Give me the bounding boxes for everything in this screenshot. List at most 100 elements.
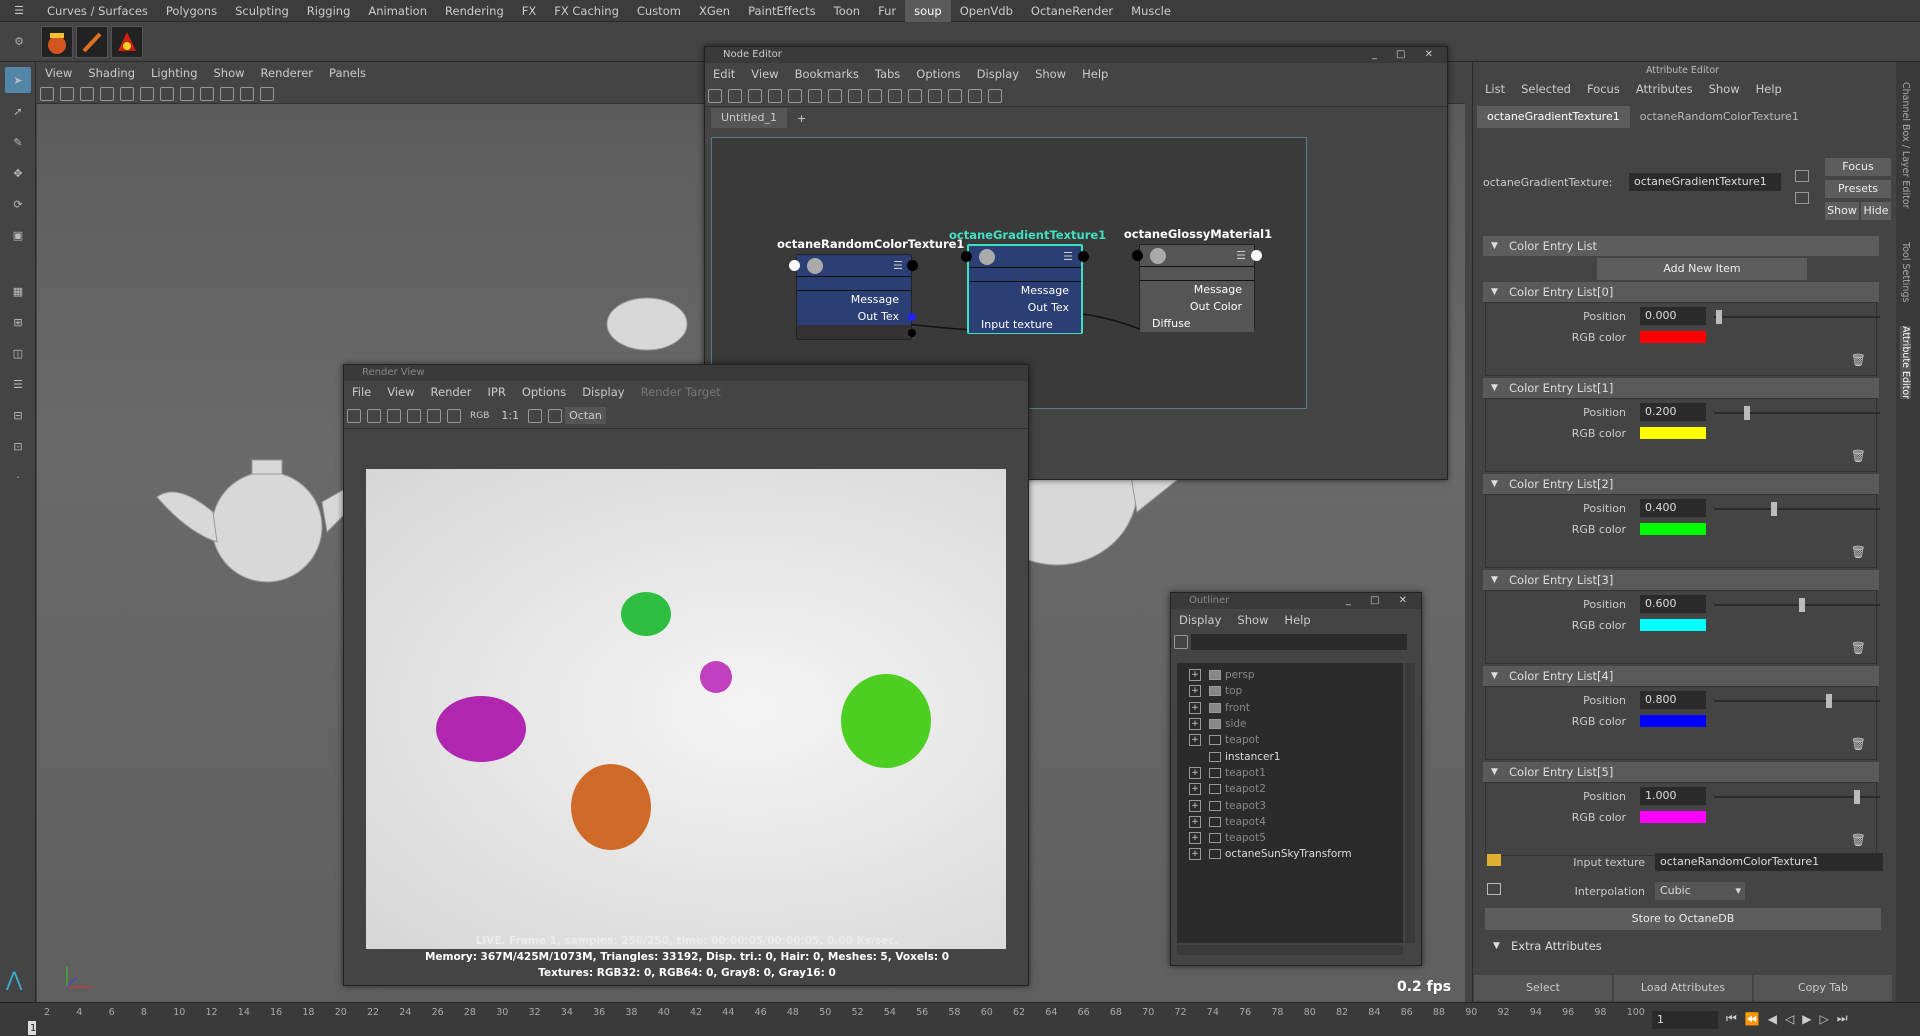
shelf-menu-icon[interactable]: ☰ (0, 4, 38, 17)
port-out-color[interactable]: Out Color (1140, 298, 1254, 315)
crop-icon[interactable] (548, 408, 563, 423)
node-editor-menu-bookmarks[interactable]: Bookmarks (787, 63, 867, 85)
viewport-menu-view[interactable]: View (37, 62, 80, 84)
render-view-menu-render[interactable]: Render (423, 381, 480, 403)
shelf-tab-soup[interactable]: soup (905, 0, 951, 22)
focus-button[interactable]: Focus (1825, 158, 1891, 176)
lights-icon[interactable] (180, 86, 194, 101)
position-field[interactable]: 0.200 (1640, 403, 1706, 421)
outliner-item[interactable]: + teapot (1177, 732, 1403, 748)
out-tex-port[interactable] (908, 329, 916, 337)
attributes-all-icon[interactable] (868, 88, 882, 103)
outliner-menu-help[interactable]: Help (1276, 609, 1318, 631)
outliner-menu-display[interactable]: Display (1171, 609, 1229, 631)
viewport-menu-lighting[interactable]: Lighting (143, 62, 205, 84)
node-editor-menu-display[interactable]: Display (969, 63, 1027, 85)
current-frame-field[interactable]: 1 (1652, 1011, 1718, 1029)
side-tab-channel-box-layer-editor[interactable]: Channel Box / Layer Editor (1900, 82, 1911, 209)
position-field[interactable]: 0.000 (1640, 307, 1706, 325)
shelf-tab-fx-caching[interactable]: FX Caching (545, 0, 628, 22)
add-tab-button[interactable]: + (787, 112, 816, 125)
render-icon[interactable] (347, 408, 361, 423)
color-entry-header[interactable]: Color Entry List[4] (1483, 666, 1879, 686)
outliner-hscroll[interactable] (1177, 945, 1403, 955)
color-entry-header[interactable]: Color Entry List[1] (1483, 378, 1879, 398)
keep-image-icon[interactable] (447, 408, 461, 423)
move-tool-icon[interactable]: ✥ (5, 160, 31, 186)
position-slider[interactable] (1714, 406, 1880, 420)
ae-menu-show[interactable]: Show (1701, 78, 1748, 100)
resolution-gate-icon[interactable] (260, 86, 274, 101)
trash-icon[interactable]: 🗑 (1851, 353, 1866, 367)
xray-icon[interactable] (220, 86, 234, 101)
port-input-texture[interactable]: Input texture (969, 316, 1081, 333)
presets-button[interactable]: Presets (1825, 180, 1891, 198)
position-slider[interactable] (1714, 790, 1880, 804)
wireframe-icon[interactable] (120, 86, 134, 101)
port-out-tex[interactable]: Out Tex (797, 308, 911, 325)
shelf-tab-painteffects[interactable]: PaintEffects (739, 0, 825, 22)
node-gradient-texture[interactable]: octaneGradientTexture1 ☰ Message Out Tex… (949, 228, 1106, 334)
bookmark-icon[interactable] (928, 88, 942, 103)
graph-layout-icon[interactable]: ⊡ (5, 433, 31, 459)
two-view-layout-icon[interactable]: ◫ (5, 340, 31, 366)
soup-fire-icon[interactable] (111, 25, 143, 58)
expand-icon[interactable]: + (1189, 685, 1201, 698)
color-entry-header[interactable]: Color Entry List[3] (1483, 570, 1879, 590)
position-field[interactable]: 0.600 (1640, 595, 1706, 613)
refresh-icon[interactable] (427, 408, 441, 423)
viewport-menu-renderer[interactable]: Renderer (253, 62, 322, 84)
attributes-connected-icon[interactable] (848, 88, 862, 103)
filter-icon[interactable] (1174, 635, 1188, 649)
shelf-tab-fur[interactable]: Fur (869, 0, 905, 22)
input-texture-field[interactable]: octaneRandomColorTexture1 (1655, 853, 1883, 871)
expand-icon[interactable]: + (1189, 815, 1201, 828)
render-view-titlebar[interactable]: Render View (344, 365, 1028, 381)
ae-menu-help[interactable]: Help (1748, 78, 1790, 100)
load-attributes-button[interactable]: Load Attributes (1614, 975, 1752, 1001)
rgb-color-swatch[interactable] (1640, 715, 1706, 727)
viewport-menu-show[interactable]: Show (206, 62, 253, 84)
ae-menu-attributes[interactable]: Attributes (1628, 78, 1701, 100)
shelf-tab-curves-surfaces[interactable]: Curves / Surfaces (38, 0, 157, 22)
shelf-tab-muscle[interactable]: Muscle (1122, 0, 1180, 22)
node-editor-menu-options[interactable]: Options (908, 63, 968, 85)
go-to-end-icon[interactable]: ⏭ (1837, 1011, 1856, 1026)
node-menu-icon[interactable]: ☰ (893, 259, 903, 272)
shadows-icon[interactable] (200, 86, 214, 101)
soup-wrench-icon[interactable] (76, 25, 108, 58)
slider-handle[interactable] (1771, 502, 1778, 516)
grid-icon[interactable] (100, 86, 114, 101)
single-layout-icon[interactable]: ▦ (5, 278, 31, 304)
play-icon[interactable]: ▶ (1802, 1012, 1819, 1026)
scale-tool-icon[interactable]: ▣ (5, 222, 31, 248)
slider-handle[interactable] (1854, 790, 1860, 804)
expand-icon[interactable]: + (1189, 718, 1201, 731)
port-message[interactable]: Message (1140, 281, 1254, 298)
slider-handle[interactable] (1716, 310, 1722, 324)
expand-icon[interactable]: + (1189, 799, 1201, 812)
node-menu-icon[interactable]: ☰ (1063, 250, 1073, 263)
rgb-color-swatch[interactable] (1640, 811, 1706, 823)
extra-attributes-header[interactable]: Extra Attributes (1485, 936, 1881, 956)
node-output-port[interactable] (1251, 250, 1262, 261)
render-image[interactable] (366, 469, 1006, 949)
position-slider[interactable] (1714, 310, 1880, 324)
trash-icon[interactable]: 🗑 (1851, 641, 1866, 655)
timeline[interactable]: 2 4 6 8 10 12 14 16 18 20 22 24 26 28 30 32 34 36 38 40 42 44… (0, 1002, 1920, 1036)
message-port[interactable] (908, 313, 916, 321)
paint-select-icon[interactable]: ✎ (5, 129, 31, 155)
rgb-color-swatch[interactable] (1640, 331, 1706, 343)
smooth-shade-icon[interactable] (140, 86, 154, 101)
outliner-item[interactable]: + octaneSunSkyTransform (1177, 846, 1403, 862)
node-editor-menu-show[interactable]: Show (1027, 63, 1074, 85)
shelf-tab-openvdb[interactable]: OpenVdb (951, 0, 1022, 22)
outliner-item[interactable]: + teapot4 (1177, 814, 1403, 830)
trash-icon[interactable]: 🗑 (1851, 449, 1866, 463)
tab-untitled[interactable]: Untitled_1 (711, 108, 788, 128)
outliner-item[interactable]: + front (1177, 700, 1403, 716)
render-view-menu-view[interactable]: View (379, 381, 422, 403)
outliner-item[interactable]: + teapot2 (1177, 781, 1403, 797)
bookmark-icon[interactable] (60, 86, 74, 101)
window-controls[interactable]: _ □ ✕ (1346, 593, 1415, 609)
